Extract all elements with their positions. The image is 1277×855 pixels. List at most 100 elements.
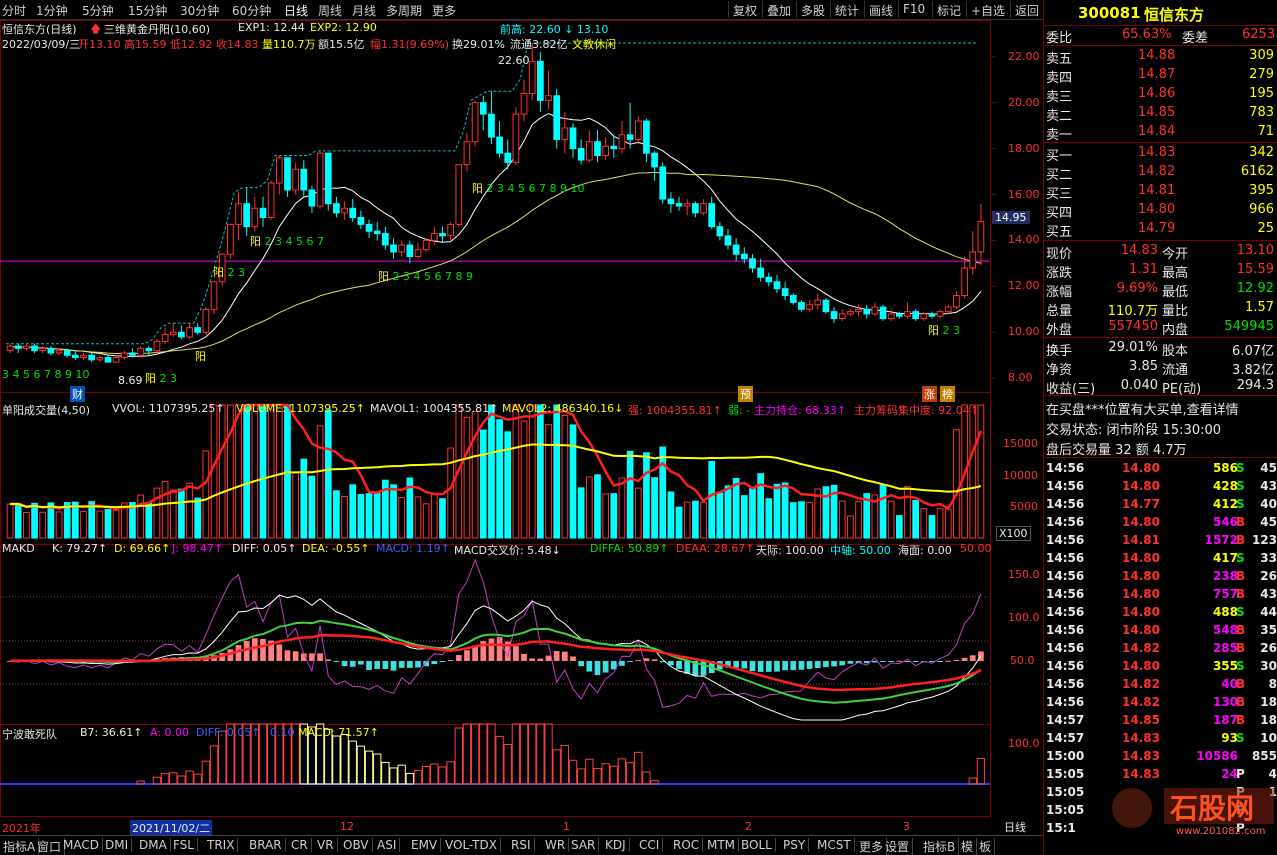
indicator-b-tab-0[interactable]: 指标B [920, 838, 960, 855]
forecast-marker[interactable]: 预 [738, 386, 753, 402]
indicator-tab-16[interactable]: SAR [568, 838, 600, 852]
makd-bar [880, 661, 886, 662]
bid-row[interactable]: 买三 14.81 395 [1044, 182, 1277, 202]
ask-row[interactable]: 卖三 14.86 195 [1044, 85, 1277, 105]
period-tab-6[interactable]: 日线 [284, 2, 308, 19]
toolbar-button-3[interactable]: 统计 [830, 1, 863, 18]
candle [267, 180, 275, 220]
candle [683, 199, 691, 216]
volume-bar [537, 404, 544, 539]
indicator-tab-7[interactable]: BRAR [246, 838, 286, 852]
makd-bar [953, 659, 960, 661]
indicator-tab-12[interactable]: EMV [408, 838, 442, 852]
ask-row[interactable]: 卖五 14.88 309 [1044, 47, 1277, 67]
volume-bar [928, 515, 936, 539]
volume-bar [390, 484, 397, 539]
indicator-tab-3[interactable]: DMI [102, 838, 133, 852]
candle [651, 150, 658, 181]
period-tab-7[interactable]: 周线 [318, 2, 342, 19]
period-tab-10[interactable]: 更多 [432, 2, 456, 19]
candle-body [504, 152, 512, 163]
chart-area[interactable] [0, 20, 1043, 835]
period-tab-0[interactable]: 分时 [2, 2, 26, 19]
ask-row[interactable]: 卖一 14.84 71 [1044, 123, 1277, 143]
nb-v: 0.10 [270, 726, 295, 739]
candle-body [716, 226, 724, 237]
candle-body [928, 313, 936, 317]
period-tab-5[interactable]: 60分钟 [232, 2, 271, 19]
makd-bar [782, 661, 788, 671]
period-tab-2[interactable]: 5分钟 [82, 2, 114, 19]
indicator-tab-5[interactable]: FSL [170, 838, 198, 852]
period-tab-1[interactable]: 1分钟 [36, 2, 68, 19]
indicator-tab-10[interactable]: OBV [340, 838, 373, 852]
toolbar-button-1[interactable]: 叠加 [762, 1, 795, 18]
candle [618, 121, 626, 154]
indicator-tab-6[interactable]: TRIX [204, 838, 239, 852]
tick-row: 14:56 14.80 757 B 43 [1046, 587, 1277, 601]
indicator-tab-18[interactable]: CCI [636, 838, 664, 852]
ask-row[interactable]: 卖四 14.87 279 [1044, 66, 1277, 86]
candle [765, 272, 773, 287]
indicator-tab-9[interactable]: VR [314, 838, 338, 852]
bid-row[interactable]: 买二 14.82 6162 [1044, 163, 1277, 183]
bid-row[interactable]: 买五 14.79 25 [1044, 220, 1277, 240]
limit-up-marker[interactable]: 涨 [922, 386, 937, 402]
toolbar-button-8[interactable]: 返回 [1010, 1, 1043, 18]
vvol-value: VVOL: 1107395.25↑ [112, 402, 225, 415]
makd-bar [317, 653, 323, 661]
indicator-b-tab-2[interactable]: 板 [976, 838, 996, 855]
toolbar-button-6[interactable]: 标记 [932, 1, 965, 18]
candle [553, 88, 561, 149]
indicator-tab-8[interactable]: CR [288, 838, 312, 852]
candle-body [145, 347, 153, 352]
bid-row[interactable]: 买四 14.80 966 [1044, 201, 1277, 221]
indicator-tab-25[interactable]: 设置 [882, 838, 914, 855]
finance-marker[interactable]: 财 [70, 386, 85, 402]
period-tab-9[interactable]: 多周期 [386, 2, 422, 19]
period-tab-3[interactable]: 15分钟 [128, 2, 167, 19]
bid-row[interactable]: 买一 14.83 342 [1044, 144, 1277, 164]
indicator-tab-21[interactable]: BOLL [738, 838, 776, 852]
notice-row[interactable]: 在买盘***位置有大买单,查看详情 [1044, 398, 1277, 418]
toolbar-button-5[interactable]: F10 [898, 1, 929, 18]
indicator-tab-22[interactable]: PSY [780, 838, 810, 852]
volume-value: VOLUME: 1107395.25↑ [236, 402, 365, 415]
toolbar-button-0[interactable]: 复权 [728, 1, 761, 18]
period-tab-4[interactable]: 30分钟 [180, 2, 219, 19]
indicator-tab-13[interactable]: VOL-TDX [442, 838, 501, 852]
mavol1-value: MAVOL1: 1004355.81↑ [370, 402, 499, 415]
makd-bar [912, 661, 919, 662]
indicator-tab-14[interactable]: RSI [508, 838, 535, 852]
indicator-tab-17[interactable]: KDJ [602, 838, 630, 852]
ask-row[interactable]: 卖二 14.85 783 [1044, 104, 1277, 124]
indicator-tab-20[interactable]: MTM [704, 838, 740, 852]
indicator-tab-11[interactable]: ASI [374, 838, 401, 852]
candle-body [120, 352, 128, 359]
candle-body [953, 295, 960, 308]
tick-row: 15:05 14.83 24 P 4 [1046, 767, 1277, 781]
indicator-tab-19[interactable]: ROC [670, 838, 704, 852]
indicator-tab-23[interactable]: MCST [814, 838, 855, 852]
toolbar-button-4[interactable]: 画线 [864, 1, 897, 18]
period-tab-8[interactable]: 月线 [352, 2, 376, 19]
nb-bar [528, 723, 537, 785]
candle-body [626, 134, 634, 140]
candle [145, 346, 153, 356]
price-axis-label: 18.00 [1008, 141, 1040, 155]
price-axis-label: 8.00 [1008, 371, 1033, 385]
candle [31, 343, 38, 353]
makd-bar [619, 661, 625, 666]
date-month: 2 [745, 820, 752, 833]
indicator-b-tab-1[interactable]: 模 [958, 838, 978, 855]
makd-bar [284, 650, 291, 661]
toolbar-button-2[interactable]: 多股 [796, 1, 829, 18]
rank-marker[interactable]: 榜 [940, 386, 955, 402]
indicator-tab-15[interactable]: WR [542, 838, 570, 852]
candle [365, 219, 373, 239]
indicator-tab-4[interactable]: DMA [136, 838, 171, 852]
toolbar-button-7[interactable]: +自选 [966, 1, 1009, 18]
vol-unit: X100 [996, 526, 1031, 541]
volume-bar [194, 497, 202, 539]
indicator-tab-2[interactable]: MACD [60, 838, 103, 852]
